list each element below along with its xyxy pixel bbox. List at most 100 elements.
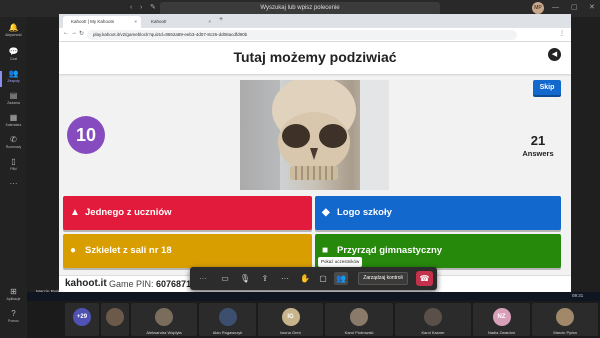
countdown-timer: 10 — [67, 116, 105, 154]
windows-taskbar: 09:31 — [27, 292, 600, 301]
rail-item-more[interactable]: ··· — [0, 179, 27, 201]
rail-item-phone[interactable]: ✆ Rozmowy — [0, 135, 27, 157]
participant-tile[interactable]: IG Iwona Greń — [258, 303, 323, 336]
answer-text: Szkielet z sali nr 18 — [85, 245, 172, 256]
browser-menu-icon[interactable]: ⋮ — [559, 30, 565, 37]
triangle-icon: ▲ — [70, 207, 80, 218]
user-avatar[interactable]: MP — [532, 2, 544, 14]
participant-tile[interactable]: Alan Rogawczyk — [199, 303, 256, 336]
participant-tile[interactable]: NZ Nadia Zwardoń — [473, 303, 530, 336]
participant-tile[interactable]: Karol Piotrowski — [325, 303, 393, 336]
kahoot-logo: kahoot.it — [65, 278, 107, 289]
question-title: Tutaj możemy podziwiać — [233, 49, 397, 65]
rail-item-label: Kalendarz — [5, 123, 22, 127]
calendar-icon: ▦ — [9, 113, 18, 122]
avatar — [106, 308, 124, 326]
more-actions-icon[interactable]: ··· — [278, 272, 292, 285]
participant-name: Nadia Zwardoń — [487, 330, 516, 335]
participants-icon[interactable]: 👥 — [334, 272, 348, 285]
chat-icon[interactable]: ▢ — [316, 272, 330, 285]
raise-hand-icon[interactable]: ✋ — [298, 272, 312, 285]
answer-option-red[interactable]: ▲ Jednego z uczniów — [63, 196, 312, 230]
rail-item-label: Rozmowy — [5, 145, 22, 149]
url-field[interactable]: play.kahoot.it/v2/gameblock?quizId=8652a… — [87, 30, 517, 40]
avatar — [556, 308, 574, 326]
forward-icon[interactable]: → — [71, 30, 77, 36]
bell-icon: 🔔 — [8, 23, 19, 32]
rail-item-apps[interactable]: ⊞ Aplikacje — [0, 287, 27, 309]
rail-item-bell[interactable]: 🔔 Aktywność — [0, 23, 27, 45]
maximize-icon[interactable]: ▢ — [571, 4, 578, 12]
answer-option-yellow[interactable]: ● Szkielet z sali nr 18 — [63, 234, 312, 268]
sound-toggle-icon[interactable]: ◀ — [548, 48, 561, 61]
share-screen-icon[interactable]: ⇪ — [258, 272, 272, 285]
rail-item-label: Aktywność — [5, 33, 22, 37]
rail-item-help[interactable]: ? Pomoc — [0, 309, 27, 331]
rail-item-assignments[interactable]: ▤ Zadania — [0, 91, 27, 113]
rail-item-calendar[interactable]: ▦ Kalendarz — [0, 113, 27, 135]
participant-name: Karol Piotrowski — [344, 330, 374, 335]
participant-name: Karol Kasner — [421, 330, 445, 335]
teams-icon: 👥 — [8, 69, 19, 78]
avatar: NZ — [492, 308, 511, 326]
diamond-icon: ◆ — [322, 207, 330, 218]
shared-browser-window: Kahoot! | My Kahoots × Kahoot! × + ← → ↻ p… — [59, 14, 571, 292]
close-tab-icon: × — [134, 19, 137, 24]
screen: ‹ › ✎ Wyszukaj lub wpisz polecenie MP — … — [0, 0, 600, 338]
rail-item-label: Czat — [9, 57, 18, 61]
participants-strip: +29 Aleksandra Wojdyła Alan Rogawczyk IG Iwo… — [27, 301, 600, 338]
answer-text: Przyrząd gimnastyczny — [337, 245, 443, 256]
new-tab-icon[interactable]: + — [219, 16, 223, 23]
back-icon[interactable]: ← — [63, 30, 69, 36]
close-window-icon[interactable]: ✕ — [589, 4, 595, 12]
browser-address-bar: ← → ↻ play.kahoot.it/v2/gameblock?quizId… — [59, 28, 571, 42]
question-header: Tutaj możemy podziwiać ◀ — [59, 42, 571, 74]
skip-button[interactable]: Skip — [533, 80, 561, 95]
game-pin-value: 6076871 — [156, 279, 192, 289]
camera-icon[interactable]: ▭ — [218, 272, 232, 285]
rail-item-files[interactable]: ▯ Pliki — [0, 157, 27, 179]
participant-name: Iwona Greń — [280, 330, 301, 335]
participant-name: Marcin Pyrka — [553, 330, 577, 335]
participant-name: Alan Rogawczyk — [212, 330, 243, 335]
close-tab-icon: × — [208, 19, 211, 24]
rail-item-label: Aplikacje — [6, 297, 21, 301]
rail-item-label: Pliki — [10, 167, 17, 171]
browser-tab-my-kahoots[interactable]: Kahoot! | My Kahoots × — [63, 16, 141, 28]
answers-count: 21 — [530, 133, 546, 148]
rail-item-label: Zespoły — [7, 79, 20, 83]
reload-icon[interactable]: ↻ — [79, 30, 84, 37]
participant-tile[interactable] — [101, 303, 129, 336]
compose-icon[interactable]: ✎ — [150, 4, 156, 12]
phone-icon: ✆ — [10, 135, 17, 144]
skull-illustration — [240, 80, 389, 190]
back-arrow-icon[interactable]: ‹ — [130, 4, 132, 12]
minimize-icon[interactable]: — — [552, 4, 559, 12]
participant-tile[interactable]: Aleksandra Wojdyła — [131, 303, 197, 336]
browser-tab-kahoot[interactable]: Kahoot! × — [143, 16, 215, 28]
meeting-toolbar: ⋯ ▭ 🎙 ⇪ ··· ✋ ▢ 👥 Zarządzaj kontroli ☎ — [190, 267, 437, 290]
mic-off-icon[interactable]: 🎙 — [238, 272, 252, 285]
manage-control-button[interactable]: Zarządzaj kontroli — [358, 272, 408, 285]
files-icon: ▯ — [11, 157, 16, 166]
participant-tile[interactable]: Karol Kasner — [395, 303, 471, 336]
kahoot-game-screen: Tutaj możemy podziwiać ◀ Skip 10 21 Answ… — [59, 42, 571, 292]
participant-name: Aleksandra Wojdyła — [146, 330, 182, 335]
rail-item-label: Zadania — [7, 101, 20, 105]
avatar — [218, 308, 237, 326]
help-icon: ? — [11, 309, 16, 318]
browser-tab-strip: Kahoot! | My Kahoots × Kahoot! × + — [59, 14, 571, 28]
participant-tile[interactable]: Marcin Pyrka — [532, 303, 598, 336]
rail-item-teams[interactable]: 👥 Zespoły — [0, 69, 27, 91]
avatar — [424, 308, 442, 326]
answer-option-blue[interactable]: ◆ Logo szkoły — [315, 196, 561, 230]
rail-item-label: Pomoc — [8, 319, 19, 323]
more-icon: ··· — [9, 179, 18, 188]
game-pin: Game PIN: 6076871 — [109, 279, 192, 289]
forward-arrow-icon[interactable]: › — [140, 4, 142, 12]
chat-icon: 💬 — [8, 47, 19, 56]
participant-tile[interactable]: +29 — [65, 303, 99, 336]
hang-up-button[interactable]: ☎ — [416, 271, 433, 286]
tooltip-show-participants: Pokaż uczestników — [318, 257, 363, 267]
rail-item-chat[interactable]: 💬 Czat — [0, 47, 27, 69]
